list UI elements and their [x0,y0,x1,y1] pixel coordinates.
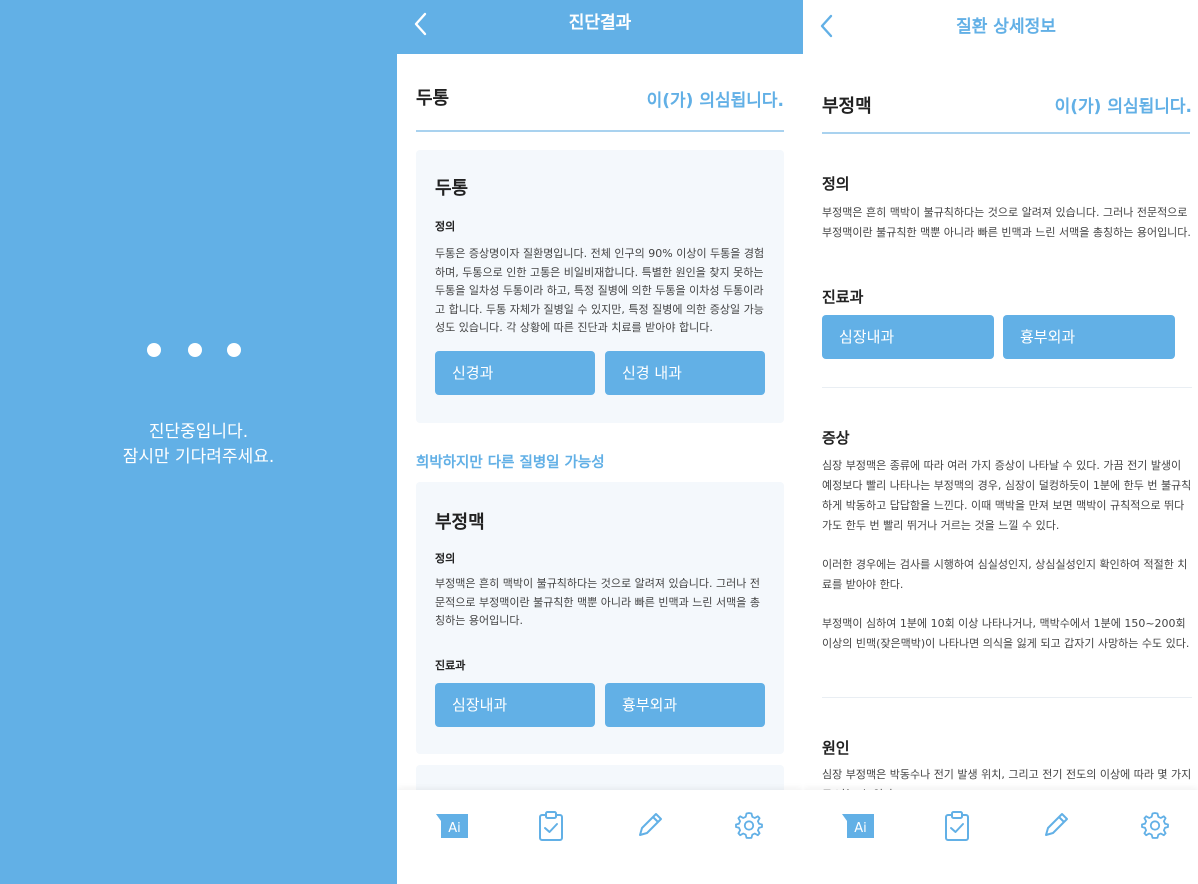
loading-line-1: 진단중입니다. [148,422,249,442]
tab-settings[interactable] [1140,810,1170,840]
definition-text: 두통은 증상명이자 질환명입니다. 전체 인구의 90% 이상이 두통을 경험하… [435,247,765,334]
diagnosis-headline: 부정맥 이(가) 의심됩니다. [822,56,1192,134]
ai-label: Ai [448,821,461,836]
tab-settings[interactable] [734,810,764,840]
loading-dot [147,343,161,357]
definition-label: 정의 [435,552,456,565]
alt-disease-label: 희박하지만 다른 질병일 가능성 [416,455,605,471]
tab-ai[interactable]: Ai [841,810,874,840]
header-bar: 질환 상세정보 [803,0,1198,52]
diagnosis-result-screen: 진단결과 두통 이(가) 의심됩니다. 두통 정의 두통은 증상명이자 질환명입… [397,0,803,884]
divider [822,387,1192,388]
symptom-label: 증상 [822,429,850,447]
dept-label: 진료과 [822,288,864,306]
symptom-text: 심장 부정맥은 종류에 따라 여러 가지 증상이 나타날 수 있다. 가끔 전기… [822,459,1192,532]
page-title: 질환 상세정보 [956,17,1056,37]
bottom-tab-bar: Ai [397,790,803,884]
dept-label: 진료과 [435,659,466,672]
suspected-text: 이(가) 의심됩니다. [646,91,784,111]
loading-dot [188,343,202,357]
diagnosed-disease: 부정맥 [822,96,872,117]
card-title: 두통 [435,178,469,199]
loading-line-2: 잠시만 기다려주세요. [122,447,275,467]
definition-label: 정의 [822,175,850,193]
ai-label: Ai [854,821,867,836]
loading-message: 진단중입니다. 잠시만 기다려주세요. [0,420,397,470]
definition-text: 부정맥은 흔히 맥박이 불규칙하다는 것으로 알려져 있습니다. 그러나 전문적… [822,206,1191,239]
bottom-tab-bar: Ai [803,790,1198,884]
loading-screen: 진단중입니다. 잠시만 기다려주세요. [0,0,397,884]
divider [822,697,1192,698]
dept-button-neurology[interactable]: 신경과 [435,351,595,395]
pencil-icon [1045,813,1068,836]
symptom-text: 부정맥이 심하여 1분에 10회 이상 나타나거나, 맥박수에서 1분에 150… [822,617,1190,650]
clipboard-check-icon [945,811,969,841]
header-bar: 진단결과 [397,0,803,54]
tab-write[interactable] [635,810,665,840]
card-title: 부정맥 [435,512,485,533]
suspected-text: 이(가) 의심됩니다. [1054,97,1192,117]
tab-write[interactable] [1041,810,1071,840]
disease-detail-screen: 질환 상세정보 부정맥 이(가) 의심됩니다. 정의 부정맥은 흔히 맥박이 불… [803,0,1198,884]
symptom-text: 이러한 경우에는 검사를 시행하여 심실성인지, 상심실성인지 확인하여 적절한… [822,558,1188,591]
definition-label: 정의 [435,220,456,233]
loading-dots [147,343,243,359]
clipboard-check-icon [539,811,563,841]
dept-button-thoracic-surgery[interactable]: 흉부외과 [605,683,765,727]
gear-icon [1141,812,1169,839]
dept-button-cardiology[interactable]: 심장내과 [822,315,994,359]
tab-checklist[interactable] [942,810,972,841]
disease-card: 두통 정의 두통은 증상명이자 질환명입니다. 전체 인구의 90% 이상이 두… [416,150,784,423]
cause-label: 원인 [822,739,850,757]
tab-ai[interactable]: Ai [435,810,468,840]
dept-button-cardiology[interactable]: 심장내과 [435,683,595,727]
diagnosed-disease: 두통 [416,88,450,109]
definition-text: 부정맥은 흔히 맥박이 불규칙하다는 것으로 알려져 있습니다. 그러나 전문적… [435,577,760,627]
diagnosis-headline: 두통 이(가) 의심됩니다. [416,54,784,132]
ai-icon: Ai [842,814,874,838]
pencil-icon [639,813,662,836]
loading-dot [227,343,241,357]
dept-button-thoracic-surgery[interactable]: 흉부외과 [1003,315,1175,359]
alt-disease-card: 부정맥 정의 부정맥은 흔히 맥박이 불규칙하다는 것으로 알려져 있습니다. … [416,482,784,754]
ai-icon: Ai [436,814,468,838]
gear-icon [735,812,763,839]
tab-checklist[interactable] [536,810,566,841]
page-title: 진단결과 [568,13,632,33]
dept-button-neurology-internal[interactable]: 신경 내과 [605,351,765,395]
